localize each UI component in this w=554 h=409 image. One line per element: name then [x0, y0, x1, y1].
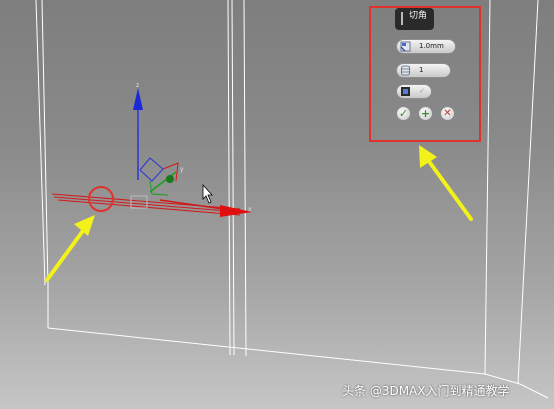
annotation-arrow-edge [45, 215, 95, 282]
mouse-cursor-icon [202, 183, 213, 204]
wireframe-edge [517, 0, 539, 385]
wireframe-edge [47, 327, 486, 375]
chamfer-segments-value[interactable]: 1 [419, 64, 423, 77]
chamfer-caddy[interactable]: 切角 1.0mm 1 ✓ ✓ + ✕ [393, 8, 465, 128]
gizmo-plane-xz [149, 180, 169, 196]
wireframe-edge [231, 0, 235, 356]
watermark: 头条 @3DMAX入门到精通教学 [342, 384, 510, 398]
chamfer-segments-field[interactable]: 1 [396, 63, 451, 78]
segments-icon [401, 65, 410, 76]
chamfer-amount-value[interactable]: 1.0mm [419, 40, 444, 53]
annotation-arrow-caddy [419, 145, 473, 221]
open-chamfer-icon [401, 87, 410, 96]
chamfer-amount-icon [400, 41, 411, 52]
checkmark-icon: ✓ [398, 107, 409, 120]
cancel-button[interactable]: ✕ [440, 106, 455, 121]
gizmo-plane-xy [139, 157, 164, 182]
axis-label-x: x [248, 206, 252, 213]
selected-edges[interactable] [51, 193, 241, 216]
wireframe-edge [484, 0, 491, 375]
open-chamfer-toggle[interactable]: ✓ [396, 84, 432, 99]
wireframe-edge [35, 0, 46, 286]
ok-button[interactable]: ✓ [396, 106, 411, 121]
open-chamfer-checkbox[interactable]: ✓ [419, 85, 425, 98]
caddy-title[interactable]: 切角 [395, 8, 434, 30]
wireframe-edge [41, 0, 49, 286]
plus-icon: + [420, 107, 431, 120]
wireframe-edge [519, 383, 549, 399]
gizmo-z-arrow [133, 88, 143, 110]
gizmo-y-handle [166, 175, 174, 183]
wireframe-edge [227, 0, 231, 356]
move-gizmo[interactable]: z y x [130, 82, 252, 217]
apply-and-continue-button[interactable]: + [418, 106, 433, 121]
cancel-x-icon: ✕ [443, 108, 452, 119]
axis-label-y: y [180, 166, 184, 173]
axis-label-z: z [136, 82, 139, 89]
chamfer-amount-field[interactable]: 1.0mm [396, 39, 456, 54]
wireframe-edge [243, 0, 247, 357]
viewport[interactable]: z y x 切角 1.0mm 1 ✓ ✓ + ✕ 头条 @3DMAX入门到精通教… [0, 0, 554, 409]
